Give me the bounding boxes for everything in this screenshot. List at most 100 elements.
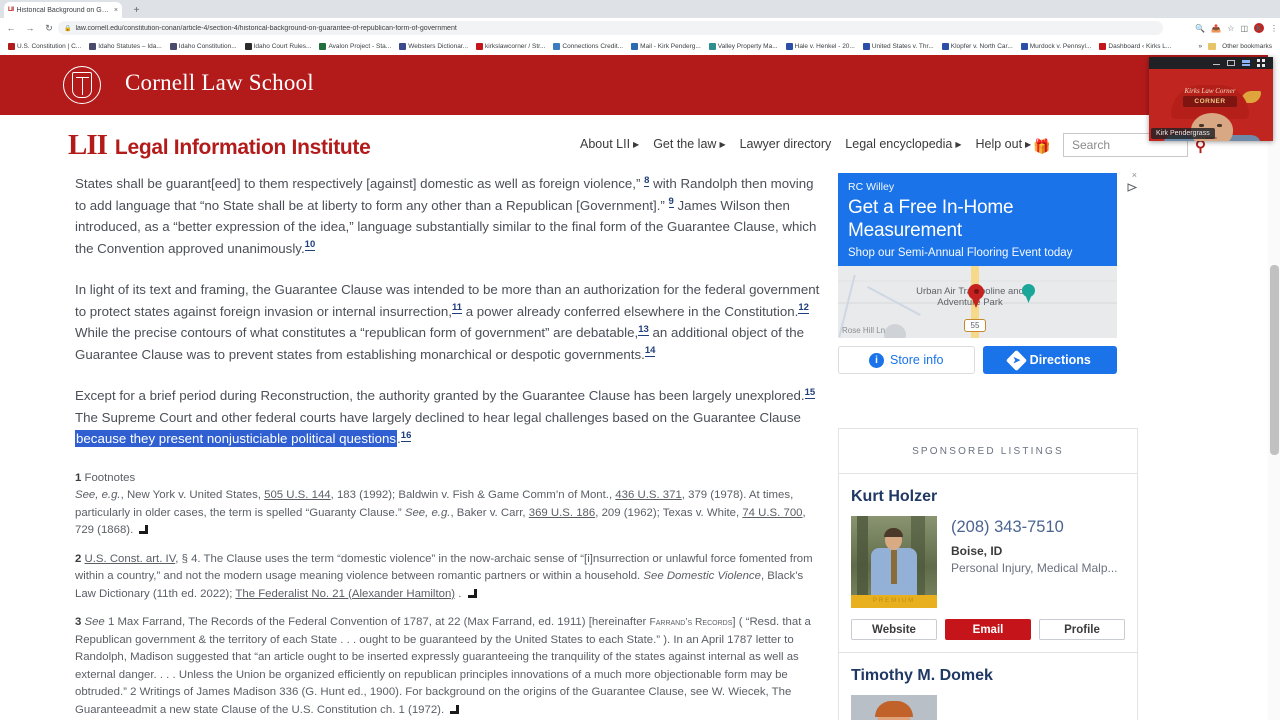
ad-subline: Shop our Semi-Annual Flooring Event toda… — [848, 247, 1073, 259]
nav-item-label: Get the law — [653, 137, 717, 151]
back-to-text-icon[interactable] — [139, 525, 149, 534]
lawyer-name[interactable]: Timothy M. Domek — [851, 667, 1125, 685]
bookmarks-overflow-chevron[interactable]: » — [1199, 43, 1203, 50]
footnote-ref[interactable]: 13 — [638, 323, 649, 336]
advertisement[interactable]: × RC Willey Get a Free In-Home Measureme… — [838, 171, 1138, 374]
footnote-ref[interactable]: 14 — [644, 345, 656, 358]
forward-icon[interactable]: → — [22, 20, 38, 36]
lawyer-listing[interactable]: Kurt Holzer PREMIUM (208) 343-7510 Boise… — [839, 474, 1137, 653]
lawyer-listing[interactable]: Timothy M. Domek — [839, 653, 1137, 720]
bookmark-label: Valley Property Ma... — [717, 43, 778, 50]
directions-button[interactable]: ➤ Directions — [982, 346, 1117, 374]
citation-link[interactable]: 74 U.S. 700 — [742, 507, 802, 519]
browser-menu-icon[interactable]: ⋮ — [1270, 24, 1278, 33]
chevron-right-icon: ▶ — [1025, 139, 1032, 149]
body-text: a power already conferred elsewhere in t… — [462, 303, 799, 319]
bookmark-star-icon[interactable]: ☆ — [1227, 24, 1234, 33]
bookmark-label: Klopfer v. North Car... — [950, 43, 1013, 50]
footnote: 3 See 1 Max Farrand, The Records of the … — [75, 614, 820, 719]
lii-logo[interactable]: LII Legal Information Institute — [68, 129, 371, 162]
new-tab-button[interactable]: + — [130, 4, 143, 17]
share-icon[interactable]: 📤 — [1211, 24, 1221, 33]
bookmark-item[interactable]: Valley Property Ma... — [705, 40, 782, 54]
bookmark-favicon-icon — [476, 43, 484, 50]
bookmark-item[interactable]: Dashboard ‹ Kirks L... — [1095, 40, 1175, 54]
sponsored-listings-header: SPONSORED LISTINGS — [839, 429, 1137, 474]
back-to-text-icon[interactable] — [450, 704, 460, 714]
bookmark-item[interactable]: Avalon Project - Sta... — [315, 40, 395, 54]
split-view-icon[interactable] — [1242, 60, 1250, 66]
minimize-icon[interactable] — [1213, 61, 1220, 65]
browser-tab[interactable]: LII Historical Background on Guara × — [4, 2, 122, 18]
back-to-text-icon[interactable] — [467, 588, 477, 598]
bookmark-label: U.S. Constitution | C... — [17, 43, 82, 50]
reload-icon[interactable]: ↻ — [41, 20, 57, 36]
nav-item-label: Legal encyclopedia — [845, 137, 953, 151]
footnote-ref[interactable]: 10 — [304, 239, 316, 252]
bookmark-item[interactable]: Mail - Kirk Penderg... — [627, 40, 705, 54]
nav-item-get-the-law[interactable]: Get the law ▶ — [653, 137, 725, 151]
bookmark-favicon-icon — [169, 43, 177, 50]
citation-link[interactable]: 369 U.S. 186 — [529, 507, 596, 519]
footnote-ref[interactable]: 12 — [798, 302, 809, 315]
gift-icon[interactable]: 🎁 — [1033, 138, 1050, 155]
cornell-crest-icon[interactable] — [63, 66, 101, 104]
citation-link[interactable]: 505 U.S. 144 — [264, 489, 331, 501]
nav-item-lawyer-directory[interactable]: Lawyer directory — [740, 137, 832, 151]
adchoices-icon[interactable] — [1127, 183, 1137, 192]
cap-band: CORNER — [1183, 96, 1237, 107]
webcam-video[interactable]: Kirks Law Corner CORNER Kirk Pendergrass — [1149, 69, 1273, 141]
body-text: Except for a brief period during Reconst… — [75, 388, 805, 403]
bookmark-item[interactable]: Klopfer v. North Car... — [938, 40, 1017, 54]
bookmark-label: Websters Dictionar... — [408, 43, 469, 50]
map-roundabout — [884, 324, 906, 338]
website-button[interactable]: Website — [851, 619, 937, 640]
page-scrollbar-thumb[interactable] — [1270, 265, 1279, 455]
bookmark-item[interactable]: U.S. Constitution | C... — [4, 40, 85, 54]
ad-banner[interactable]: RC Willey Get a Free In-Home Measurement… — [838, 173, 1117, 266]
side-panel-icon[interactable]: ◫ — [1240, 24, 1248, 33]
lii-main-nav: About LII ▶ Get the law ▶ Lawyer directory Le… — [580, 137, 1031, 151]
bookmark-item[interactable]: Idaho Constitution... — [166, 40, 241, 54]
lawyer-name[interactable]: Kurt Holzer — [851, 488, 1125, 506]
page-scrollbar-track[interactable] — [1268, 55, 1280, 720]
bookmark-item[interactable]: Websters Dictionar... — [395, 40, 472, 54]
bookmark-item[interactable]: Connections Credit... — [549, 40, 627, 54]
bookmark-item[interactable]: kirkslawcorner / Str... — [472, 40, 549, 54]
store-info-button[interactable]: i Store info — [838, 346, 975, 374]
nav-item-about-lii[interactable]: About LII ▶ — [580, 137, 639, 151]
zoom-icon[interactable]: 🔍 — [1195, 24, 1205, 33]
other-bookmarks-label[interactable]: Other bookmarks — [1222, 43, 1272, 50]
footnote-ref[interactable]: 11 — [451, 302, 462, 315]
body-text: , 209 (1962); Texas v. White, — [595, 506, 743, 519]
cap-band-text: CORNER — [1194, 98, 1226, 105]
bookmark-item[interactable]: Idaho Statutes – Ida... — [85, 40, 166, 54]
lawyer-phone[interactable]: (208) 343-7510 — [951, 518, 1125, 537]
footnote-ref[interactable]: 15 — [804, 386, 816, 399]
bookmark-favicon-icon — [553, 43, 561, 50]
bookmark-item[interactable]: Hale v. Henkel - 20... — [782, 40, 859, 54]
window-icon[interactable] — [1227, 60, 1235, 66]
ad-map[interactable]: Rose Hill Ln Urban Air Trampoline and Ad… — [838, 266, 1117, 338]
nav-item-help-out[interactable]: Help out ▶ — [975, 137, 1031, 151]
bookmark-label: Hale v. Henkel - 20... — [794, 43, 855, 50]
citation-link[interactable]: U.S. Const. art. IV — [85, 553, 176, 565]
profile-avatar[interactable]: K — [1254, 23, 1264, 33]
ad-close-icon[interactable]: × — [1132, 171, 1137, 180]
bookmark-item[interactable]: Murdock v. Pennsyl... — [1017, 40, 1096, 54]
body-text: . — [455, 587, 465, 600]
footnote-ref[interactable]: 16 — [400, 429, 412, 442]
close-icon[interactable]: × — [114, 7, 118, 14]
profile-button[interactable]: Profile — [1039, 619, 1125, 640]
bookmark-item[interactable]: United States v. Thr... — [859, 40, 938, 54]
citation-link[interactable]: The Federalist No. 21 (Alexander Hamilto… — [235, 588, 455, 600]
bookmark-item[interactable]: Idaho Court Rules... — [241, 40, 316, 54]
grid-view-icon[interactable] — [1257, 59, 1265, 67]
email-button[interactable]: Email — [945, 619, 1031, 640]
nav-item-legal-encyclopedia[interactable]: Legal encyclopedia ▶ — [845, 137, 961, 151]
citation-link[interactable]: 436 U.S. 371 — [615, 489, 682, 501]
back-icon[interactable]: ← — [3, 20, 19, 36]
address-bar[interactable]: 🔒 law.cornell.edu/constitution-conan/art… — [58, 21, 1163, 35]
lawyer-photo — [851, 695, 937, 720]
webcam-overlay[interactable]: Kirks Law Corner CORNER Kirk Pendergrass — [1149, 57, 1273, 141]
